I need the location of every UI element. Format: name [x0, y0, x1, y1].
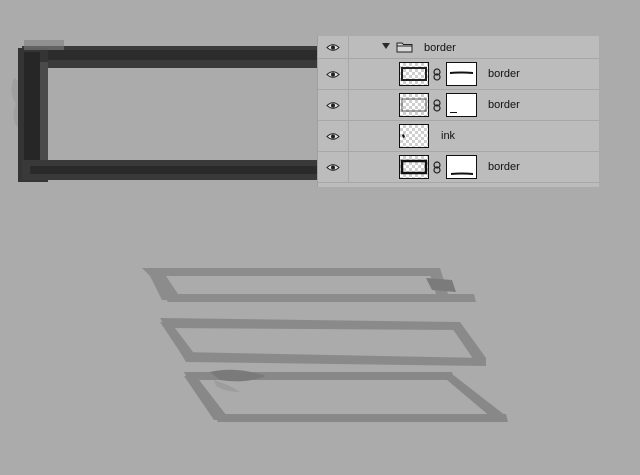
layer-name: border: [488, 161, 520, 173]
layer-mask-thumbnail[interactable]: [446, 93, 477, 117]
layer-group-row[interactable]: border: [318, 36, 599, 59]
folder-icon: [396, 42, 413, 53]
eye-icon: [326, 163, 340, 171]
layer-thumbnail[interactable]: [399, 62, 429, 86]
main-border-artwork: [11, 40, 322, 182]
layer-name: border: [488, 99, 520, 111]
layer-mask-thumbnail[interactable]: [446, 155, 477, 179]
layer-row-ink[interactable]: ink: [318, 121, 599, 152]
visibility-toggle[interactable]: [318, 121, 349, 151]
layer-thumbnail[interactable]: [399, 124, 429, 148]
border-strip-1: [142, 268, 476, 302]
thumbnail-art: [402, 134, 405, 138]
layer-thumbnail[interactable]: [399, 93, 429, 117]
layer-thumbnail[interactable]: [399, 155, 429, 179]
eye-icon: [326, 101, 340, 109]
layer-name: border: [424, 42, 456, 54]
layer-row-border-1[interactable]: border: [318, 59, 599, 90]
thumbnail-art: [401, 67, 427, 81]
eye-icon: [326, 132, 340, 140]
link-chain-icon[interactable]: [433, 161, 441, 174]
layer-name: ink: [441, 130, 456, 142]
visibility-toggle[interactable]: [318, 152, 349, 182]
document-canvas[interactable]: border border border ink border: [0, 0, 640, 475]
border-strip-3: [184, 369, 508, 422]
expand-arrow-icon[interactable]: [382, 43, 390, 49]
eye-icon: [326, 70, 340, 78]
layer-row-border-2[interactable]: border: [318, 90, 599, 121]
mask-art: [450, 71, 473, 74]
layer-mask-thumbnail[interactable]: [446, 62, 477, 86]
mask-art: [451, 172, 473, 175]
layer-name: border: [488, 68, 520, 80]
layers-panel: border border border ink border: [317, 36, 599, 187]
visibility-toggle[interactable]: [318, 36, 349, 58]
link-chain-icon[interactable]: [433, 99, 441, 112]
mask-art: [450, 112, 457, 113]
thumbnail-art: [400, 159, 428, 175]
visibility-toggle[interactable]: [318, 59, 349, 89]
eye-icon: [326, 43, 340, 51]
thumbnail-art: [401, 98, 427, 112]
link-chain-icon[interactable]: [433, 68, 441, 81]
border-strip-2: [160, 318, 486, 366]
layer-row-border-3[interactable]: border: [318, 152, 599, 183]
visibility-toggle[interactable]: [318, 90, 349, 120]
